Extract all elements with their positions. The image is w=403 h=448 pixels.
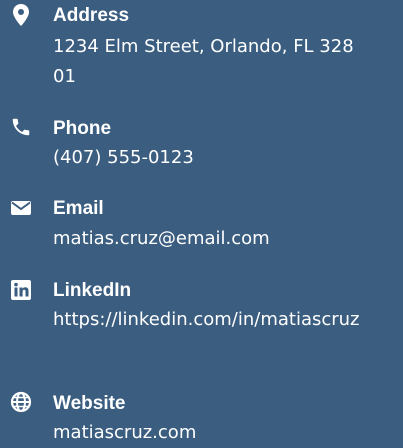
website-value[interactable]: matiascruz.com bbox=[53, 418, 393, 448]
envelope-icon bbox=[8, 195, 34, 221]
linkedin-value[interactable]: https://linkedin.com/in/matiascruz bbox=[53, 305, 398, 335]
map-pin-icon bbox=[8, 2, 34, 28]
address-value: 1234 Elm Street, Orlando, FL 32801 bbox=[53, 36, 354, 87]
linkedin-icon bbox=[8, 277, 34, 303]
phone-icon bbox=[8, 114, 34, 140]
email-label: Email bbox=[53, 198, 104, 219]
globe-icon bbox=[8, 389, 34, 415]
email-value[interactable]: matias.cruz@email.com bbox=[53, 224, 393, 254]
linkedin-label: LinkedIn bbox=[53, 280, 132, 301]
phone-value[interactable]: (407) 555-0123 bbox=[53, 143, 393, 173]
contact-panel: Address 1234 Elm Street, Orlando, FL 328… bbox=[0, 0, 403, 448]
website-label: Website bbox=[53, 393, 126, 414]
address-label: Address bbox=[53, 5, 130, 26]
phone-label: Phone bbox=[53, 118, 112, 139]
